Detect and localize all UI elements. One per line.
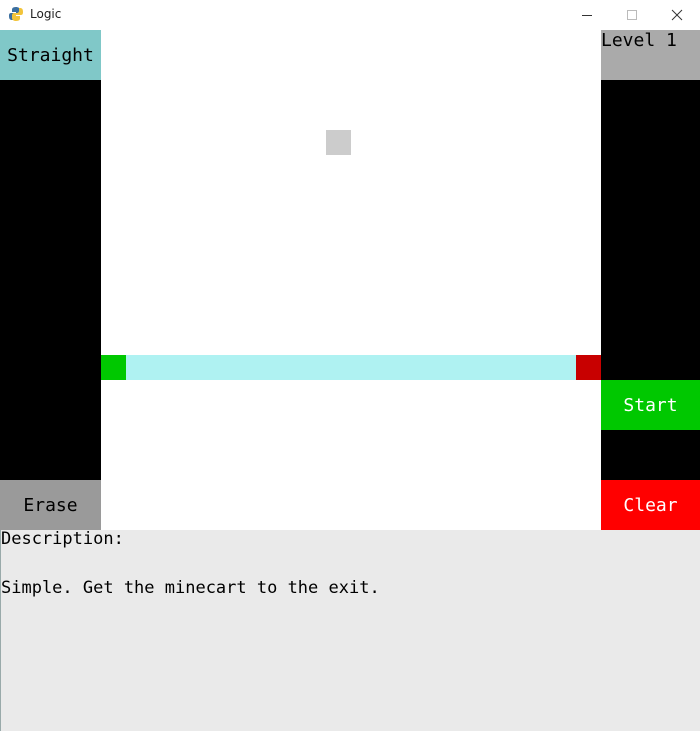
clear-button[interactable]: Clear [601, 480, 700, 530]
close-icon [671, 9, 683, 21]
description-panel [0, 530, 700, 731]
description-heading: Description: [1, 529, 124, 549]
erase-button[interactable]: Erase [0, 480, 101, 530]
exit-tile [576, 355, 601, 380]
maximize-icon [627, 10, 637, 20]
hover-cell [326, 130, 351, 155]
entrance-tile [101, 355, 126, 380]
close-button[interactable] [654, 0, 700, 30]
tool-straight-button[interactable]: Straight [0, 30, 101, 80]
level-label: Level 1 [601, 30, 700, 80]
python-icon [8, 6, 24, 22]
control-panel [601, 30, 700, 530]
track-straight[interactable] [126, 355, 576, 380]
maximize-button[interactable] [609, 0, 655, 30]
start-button[interactable]: Start [601, 380, 700, 430]
minimize-button[interactable] [564, 0, 610, 30]
minimize-icon [582, 15, 592, 16]
game-board[interactable] [101, 30, 601, 530]
description-text: Simple. Get the minecart to the exit. [1, 578, 380, 598]
tool-palette [0, 30, 101, 530]
window-title: Logic [30, 7, 62, 21]
